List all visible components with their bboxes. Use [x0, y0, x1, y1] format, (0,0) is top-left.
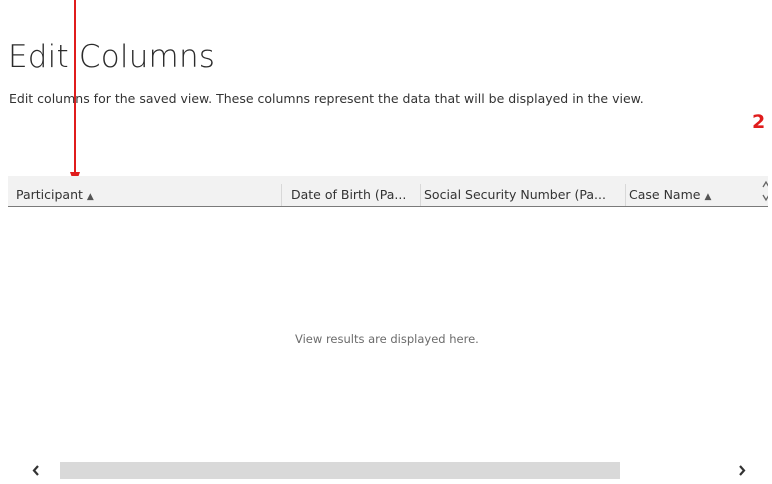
column-header-date-of-birth[interactable]: Date of Birth (Pa...: [289, 176, 420, 206]
empty-results-message: View results are displayed here.: [295, 332, 479, 346]
column-header-label: Date of Birth (Pa...: [291, 187, 407, 202]
sort-ascending-icon: ▲: [704, 192, 712, 202]
column-divider[interactable]: [420, 184, 421, 206]
edit-columns-page: Edit Columns Edit columns for the saved …: [0, 0, 772, 484]
horizontal-scrollbar[interactable]: [8, 462, 768, 479]
scroll-right-button[interactable]: [728, 462, 768, 479]
grid-header: Participant ▲ Date of Birth (Pa... Social…: [8, 176, 768, 207]
chevron-left-icon: [32, 465, 39, 476]
chevron-up-down-icon[interactable]: [761, 179, 768, 203]
column-header-participant[interactable]: Participant ▲: [8, 176, 280, 206]
column-header-label: Social Security Number (Pa...: [424, 187, 606, 202]
scrollbar-thumb[interactable]: [60, 462, 620, 479]
page-description: Edit columns for the saved view. These c…: [9, 91, 644, 106]
column-header-label: Participant: [16, 187, 83, 202]
column-header-ssn[interactable]: Social Security Number (Pa...: [422, 176, 625, 206]
chevron-right-icon: [739, 465, 746, 476]
column-header-case-name[interactable]: Case Name ▲: [627, 176, 757, 206]
annotation-number: 2: [752, 111, 766, 133]
column-divider[interactable]: [625, 184, 626, 206]
sort-ascending-icon: ▲: [86, 192, 94, 202]
column-header-label: Case Name: [629, 187, 701, 202]
page-title: Edit Columns: [8, 39, 216, 75]
scroll-left-button[interactable]: [8, 462, 48, 479]
column-divider[interactable]: [281, 184, 282, 206]
